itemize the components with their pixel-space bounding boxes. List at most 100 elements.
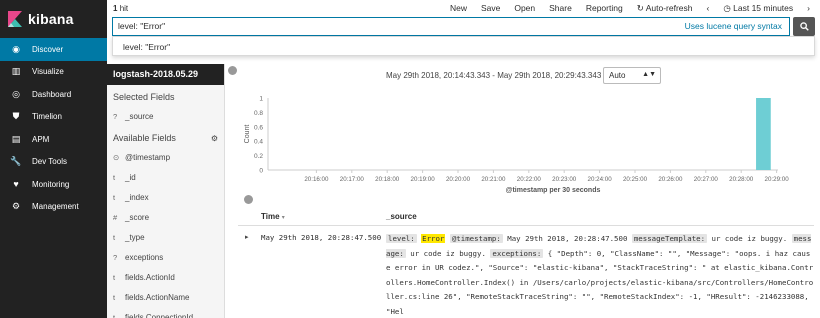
field-type-icon: t xyxy=(113,232,116,242)
next-time-button[interactable]: › xyxy=(807,3,810,14)
field-name: _source xyxy=(125,111,154,121)
nav-item-label: APM xyxy=(32,134,50,144)
sort-icon[interactable]: ▾ xyxy=(282,215,285,221)
x-tick-label: 20:25:00 xyxy=(623,176,648,183)
column-header-time[interactable]: Time ▾ xyxy=(261,212,285,221)
y-tick-label: 0.2 xyxy=(254,153,263,160)
time-picker-button[interactable]: ◷ Last 15 minutes xyxy=(723,3,793,14)
x-tick-label: 20:23:00 xyxy=(552,176,577,183)
y-tick-label: 0.4 xyxy=(254,139,263,146)
shield-icon: ⛊ xyxy=(12,111,20,122)
top-bar: 1 hit New Save Open Share Reporting ↻ Au… xyxy=(107,0,820,16)
nav-item-visualize[interactable]: ▥ Visualize xyxy=(0,61,107,84)
nav-item-management[interactable]: ⚙ Management xyxy=(0,196,107,219)
nav-item-timelion[interactable]: ⛊ Timelion xyxy=(0,106,107,129)
field-name: _type xyxy=(125,232,145,242)
field-name: @timestamp xyxy=(125,152,171,162)
source-field-value: ur code iz buggy. xyxy=(410,248,486,258)
field-name: _id xyxy=(125,172,136,182)
y-tick-label: 1 xyxy=(259,96,263,103)
source-field-key: messageTemplate: xyxy=(631,234,708,243)
field-type-icon: ⊙ xyxy=(113,152,120,162)
interval-select[interactable]: Auto ▲▼ xyxy=(603,67,661,84)
nav-item-discover[interactable]: ◉ Discover xyxy=(0,38,107,61)
top-menu: New Save Open Share Reporting ↻ Auto-ref… xyxy=(450,3,810,14)
x-tick-label: 20:29:00 xyxy=(765,176,790,183)
dashboard-icon: ◎ xyxy=(12,88,20,99)
open-button[interactable]: Open xyxy=(514,3,535,14)
nav-item-monitoring[interactable]: ♥ Monitoring xyxy=(0,173,107,196)
clock-icon: ◷ xyxy=(723,3,731,13)
nav-item-apm[interactable]: ▤ APM xyxy=(0,128,107,151)
nav-item-label: Monitoring xyxy=(32,179,70,189)
x-axis-label: @timestamp per 30 seconds xyxy=(506,187,601,194)
field-item[interactable]: ⊙ @timestamp xyxy=(107,147,224,167)
field-item[interactable]: t fields.ActionName xyxy=(107,287,224,307)
field-sidebar: logstash-2018.05.29 Selected Fields ? _so… xyxy=(107,64,225,318)
field-item[interactable]: # _score xyxy=(107,207,224,227)
new-button[interactable]: New xyxy=(450,3,467,14)
field-name: exceptions xyxy=(125,252,164,262)
heart-icon: ♥ xyxy=(13,179,19,190)
hits-label: hit xyxy=(119,4,129,13)
source-field-value: Error xyxy=(421,234,446,243)
query-input[interactable]: level: "Error" xyxy=(118,21,165,31)
side-nav: kibana ◉ Discover ▥ Visualize ◎ Dashboard ⛊ Tim… xyxy=(0,0,107,318)
field-item[interactable]: t fields.ActionId xyxy=(107,267,224,287)
index-pattern-title[interactable]: logstash-2018.05.29 xyxy=(107,64,224,85)
source-field-key: exceptions: xyxy=(490,248,544,258)
lucene-syntax-link[interactable]: Uses lucene query syntax xyxy=(685,21,782,31)
share-button[interactable]: Share xyxy=(549,3,572,14)
available-fields-title: Available Fields xyxy=(113,133,176,143)
search-button[interactable] xyxy=(793,17,815,36)
hits-number: 1 xyxy=(113,4,118,13)
x-tick-label: 20:16:00 xyxy=(304,176,329,183)
reporting-button[interactable]: Reporting xyxy=(586,3,623,14)
source-field-value: ur code iz buggy. xyxy=(711,234,788,243)
wrench-icon: 🔧 xyxy=(10,156,22,167)
field-item[interactable]: t _type xyxy=(107,227,224,247)
field-item[interactable]: t _index xyxy=(107,187,224,207)
collapse-chart-button[interactable] xyxy=(244,195,253,204)
nav-item-label: Discover xyxy=(32,44,64,54)
nav-item-dev-tools[interactable]: 🔧 Dev Tools xyxy=(0,151,107,174)
field-name: fields.ActionId xyxy=(125,272,175,282)
nav-item-dashboard[interactable]: ◎ Dashboard xyxy=(0,83,107,106)
nav-item-label: Visualize xyxy=(32,67,64,77)
row-time: May 29th 2018, 20:28:47.500 xyxy=(261,233,382,242)
nav-item-label: Timelion xyxy=(32,112,62,122)
field-item[interactable]: t _id xyxy=(107,167,224,187)
auto-refresh-button[interactable]: ↻ Auto-refresh xyxy=(637,3,693,14)
field-item[interactable]: t fields.ConnectionId xyxy=(107,307,224,318)
source-field-key: @timestamp: xyxy=(449,234,503,243)
x-tick-label: 20:28:00 xyxy=(729,176,754,183)
save-button[interactable]: Save xyxy=(481,3,500,14)
expand-row-icon[interactable]: ▸ xyxy=(245,233,249,241)
table-divider xyxy=(238,225,814,226)
x-tick-label: 20:20:00 xyxy=(446,176,471,183)
field-type-icon: t xyxy=(113,172,116,182)
time-header-label: Time xyxy=(261,212,280,221)
query-suggestion-item[interactable]: level: "Error" xyxy=(123,42,170,52)
interval-value: Auto xyxy=(609,71,626,80)
nav-item-label: Dev Tools xyxy=(32,157,67,167)
field-name: _score xyxy=(125,212,150,222)
compass-icon: ◉ xyxy=(12,43,20,54)
column-header-source: _source xyxy=(386,212,417,221)
bar-chart-icon: ▥ xyxy=(11,66,21,77)
x-tick-label: 20:19:00 xyxy=(411,176,436,183)
row-source: level: Error @timestamp: May 29th 2018, … xyxy=(386,232,814,318)
field-item[interactable]: ? exceptions xyxy=(107,247,224,267)
kibana-brand[interactable]: kibana xyxy=(0,0,107,38)
collapse-sidebar-button[interactable] xyxy=(228,66,237,75)
field-item[interactable]: ? _source xyxy=(107,106,224,126)
x-tick-label: 20:26:00 xyxy=(658,176,683,183)
field-name: fields.ConnectionId xyxy=(125,312,194,318)
prev-time-button[interactable]: ‹ xyxy=(707,3,710,14)
gear-icon: ⚙ xyxy=(11,201,21,212)
x-tick-label: 20:18:00 xyxy=(375,176,400,183)
query-bar[interactable]: level: "Error" Uses lucene query syntax xyxy=(112,17,790,36)
field-type-icon: t xyxy=(113,192,116,202)
time-range-text: May 29th 2018, 20:14:43.343 - May 29th 2… xyxy=(386,71,612,80)
gear-icon[interactable]: ⚙ xyxy=(211,134,218,143)
